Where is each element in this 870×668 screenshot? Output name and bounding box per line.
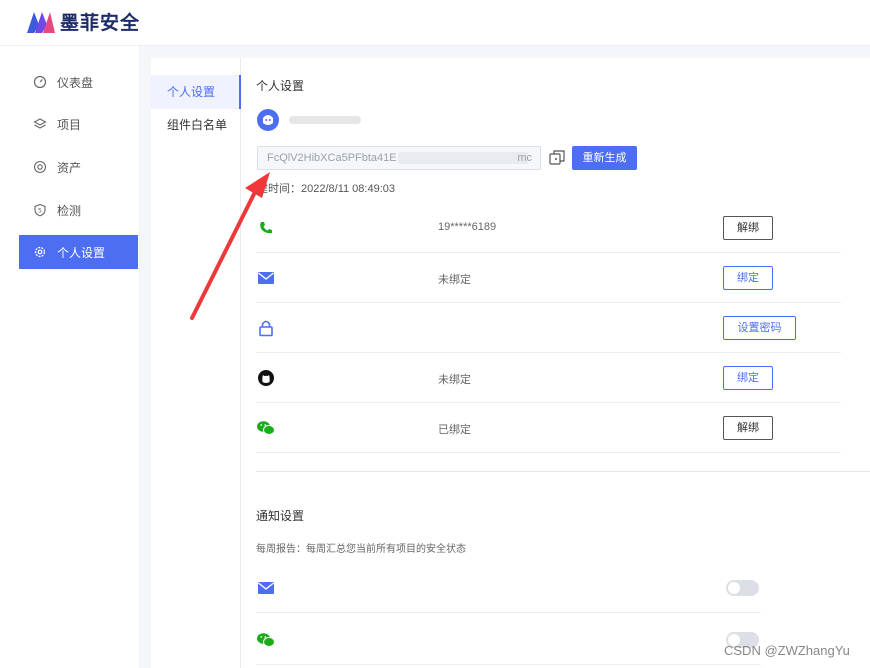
sidebar-item-projects[interactable]: 项目 [19,107,138,141]
gauge-icon [33,75,47,89]
subnav-item-personal-settings[interactable]: 个人设置 [151,75,241,109]
github-value: 未绑定 [438,374,471,386]
token-created-time: 建时间：2022/8/11 08:49:03 [257,183,395,195]
sidebar-item-label: 资产 [57,160,82,175]
sidebar-item-label: 项目 [57,117,82,132]
binding-row-password: 设置密码 [256,303,841,353]
phone-value: 19*****6189 [438,221,497,233]
watermark: CSDN @ZWZhangYu [724,643,850,658]
sidebar: 仪表盘 项目 资产 5 检测 个人设置 [0,46,140,668]
binding-row-github: 未绑定 绑定 [256,353,841,403]
wechat-value: 已绑定 [438,424,471,436]
unbind-phone-button[interactable]: 解绑 [723,216,773,240]
notify-row-email [256,561,761,613]
unbind-wechat-button[interactable]: 解绑 [723,416,773,440]
wechat-icon [256,631,276,649]
sidebar-item-label: 检测 [57,203,82,218]
phone-icon [256,218,276,238]
section-divider [256,471,870,472]
sidebar-item-assets[interactable]: 资产 [19,150,138,184]
shield-icon: 5 [33,203,47,217]
set-password-button[interactable]: 设置密码 [723,316,796,340]
murphy-logo-icon [27,11,55,33]
token-tail: mc [517,152,532,164]
regenerate-token-button[interactable]: 重新生成 [572,146,637,170]
sidebar-item-personal-settings[interactable]: 个人设置 [19,235,138,269]
weekly-report-description: 每周报告：每周汇总您当前所有项目的安全状态 [256,544,466,555]
bind-github-button[interactable]: 绑定 [723,366,773,390]
avatar-face-icon [263,115,273,125]
binding-row-wechat: 已绑定 解绑 [256,403,841,453]
token-redaction [398,152,528,164]
bind-email-button[interactable]: 绑定 [723,266,773,290]
email-notify-toggle[interactable] [726,580,759,596]
lock-icon [256,318,276,338]
settings-panel: 个人设置 FcQlV2HibXCa5PFbta41E mc 重新生成 建时间：2… [241,58,870,668]
notify-section-title: 通知设置 [256,509,305,523]
wechat-icon [256,418,276,438]
email-value: 未绑定 [438,274,471,286]
copy-icon[interactable] [548,149,566,167]
binding-row-phone: 19*****6189 解绑 [256,203,841,253]
page-title: 个人设置 [256,79,305,93]
blurred-username [289,116,361,124]
github-icon [256,368,276,388]
token-value: FcQlV2HibXCa5PFbta41E [267,152,397,164]
sidebar-item-dashboard[interactable]: 仪表盘 [19,65,138,99]
sidebar-item-label: 个人设置 [57,245,106,260]
mail-icon [256,268,276,288]
sidebar-item-label: 仪表盘 [57,75,94,90]
brand-logo[interactable]: 墨菲安全 [26,8,140,35]
notify-row-wechat [256,613,761,665]
top-bar: 墨菲安全 [0,0,870,46]
avatar[interactable] [257,109,279,131]
gear-icon [33,245,47,259]
brand-name: 墨菲安全 [60,13,141,34]
layers-icon [33,117,47,131]
api-token-field[interactable]: FcQlV2HibXCa5PFbta41E mc [257,146,541,170]
svg-text:5: 5 [38,208,42,215]
subnav-item-component-whitelist[interactable]: 组件白名单 [151,108,241,142]
mail-icon [256,579,276,597]
at-icon [33,160,47,174]
settings-subnav: 个人设置 组件白名单 [151,58,241,668]
binding-row-email: 未绑定 绑定 [256,253,841,303]
sidebar-item-detection[interactable]: 5 检测 [19,193,138,227]
